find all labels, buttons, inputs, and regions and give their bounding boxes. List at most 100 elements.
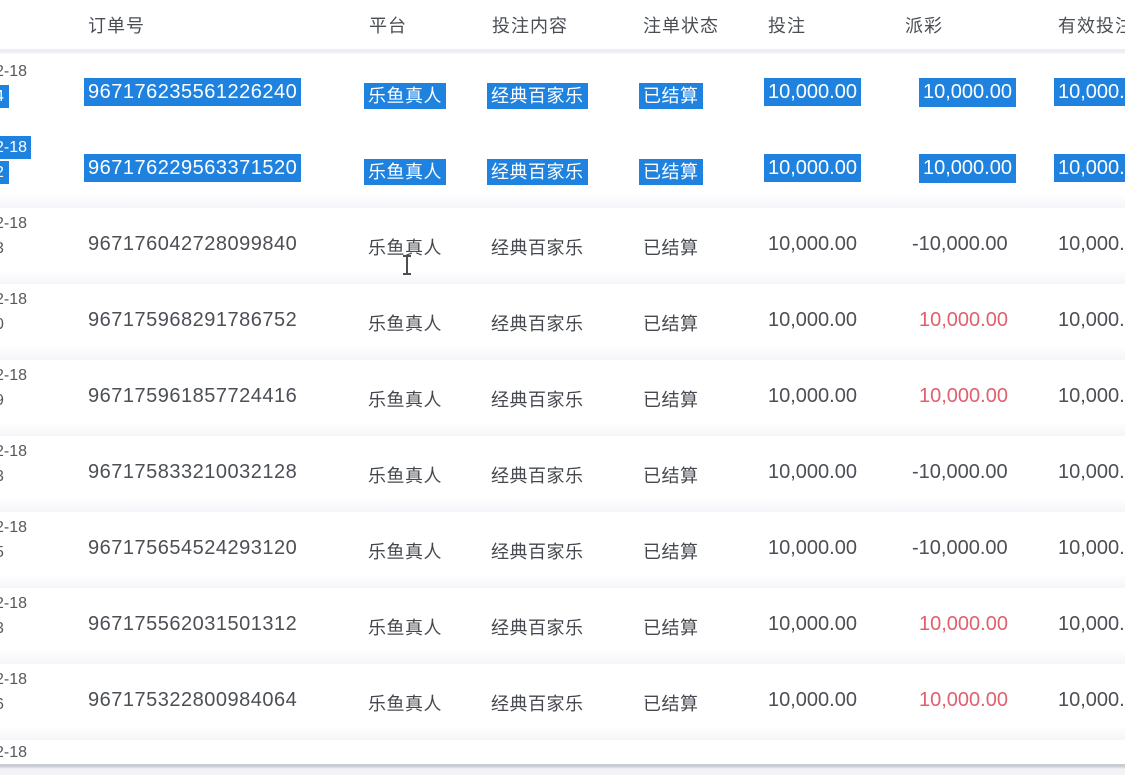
- bet-date-text: 2-18: [0, 595, 27, 612]
- bet-time-text: 2: [0, 161, 9, 184]
- header-order-status: 注单状态: [643, 12, 719, 38]
- bet-time-cell: 2-18 9: [0, 366, 27, 411]
- text-cursor-icon: [402, 255, 412, 275]
- bet-content-cell: 经典百家乐: [491, 310, 584, 336]
- header-divider: [0, 49, 1125, 54]
- bet-time-cell: 2-18 3: [0, 594, 27, 639]
- bet-amount-cell: 10,000.00: [768, 233, 857, 256]
- platform-cell: 乐鱼真人: [368, 538, 442, 564]
- bet-content-cell: 经典百家乐: [491, 386, 584, 412]
- table-row[interactable]: 2-18 3 967175562031501312 乐鱼真人 经典百家乐 已结算…: [0, 588, 1125, 664]
- payout-cell: 10,000.00: [912, 309, 1008, 332]
- payout-cell: 10,000.00: [912, 157, 1012, 180]
- order-no-cell[interactable]: 967175562031501312: [88, 613, 297, 636]
- bet-amount-cell: 10,000.00: [768, 385, 857, 408]
- status-cell: 已结算: [643, 158, 699, 184]
- bet-time-text: 3: [0, 240, 4, 257]
- header-bet-content: 投注内容: [492, 12, 568, 38]
- table-row[interactable]: 2-18 2 967176229563371520 乐鱼真人 经典百家乐 已结算…: [0, 132, 1125, 208]
- table-row[interactable]: 2-18 9 967175961857724416 乐鱼真人 经典百家乐 已结算…: [0, 360, 1125, 436]
- valid-bet-cell: 10,000.00: [1058, 613, 1125, 636]
- bet-time-text: 3: [0, 468, 4, 485]
- header-payout: 派彩: [905, 12, 943, 38]
- header-bet: 投注: [768, 12, 806, 38]
- header-platform: 平台: [369, 12, 407, 38]
- table-row[interactable]: 2-18 4 967176235561226240 乐鱼真人 经典百家乐 已结算…: [0, 56, 1125, 132]
- platform-cell: 乐鱼真人: [368, 614, 442, 640]
- status-cell: 已结算: [643, 310, 699, 336]
- bet-time-cell: 2-18 2: [0, 138, 27, 183]
- bet-date-text: 2-18: [0, 63, 27, 80]
- bet-time-cell: 2-18 3: [0, 442, 27, 487]
- platform-cell: 乐鱼真人: [368, 386, 442, 412]
- bet-amount-cell: 10,000.00: [768, 157, 857, 180]
- valid-bet-cell: 10,000.00: [1058, 157, 1125, 180]
- bet-amount-cell: 10,000.00: [768, 461, 857, 484]
- bet-date-text: 2-18: [0, 443, 27, 460]
- bet-time-text: 3: [0, 620, 4, 637]
- status-cell: 已结算: [643, 234, 699, 260]
- bet-time-cell: 2-18 3: [0, 214, 27, 259]
- valid-bet-cell: 10,000.00: [1058, 233, 1125, 256]
- valid-bet-cell: 10,000.00: [1058, 309, 1125, 332]
- order-no-cell[interactable]: 967175833210032128: [88, 461, 297, 484]
- bet-content-cell: 经典百家乐: [491, 234, 584, 260]
- platform-cell: 乐鱼真人: [368, 82, 442, 108]
- payout-cell: 10,000.00: [912, 689, 1008, 712]
- header-order-no: 订单号: [88, 12, 145, 38]
- status-cell: 已结算: [643, 690, 699, 716]
- table-header-row: 订单号 平台 投注内容 注单状态 投注 派彩 有效投注: [0, 0, 1125, 50]
- bet-content-cell: 经典百家乐: [491, 158, 584, 184]
- order-no-cell[interactable]: 967176235561226240: [88, 81, 297, 104]
- platform-cell: 乐鱼真人: [368, 310, 442, 336]
- bet-content-cell: 经典百家乐: [491, 462, 584, 488]
- bet-amount-cell: 10,000.00: [768, 689, 857, 712]
- table-row[interactable]: 2-18 6 967175322800984064 乐鱼真人 经典百家乐 已结算…: [0, 664, 1125, 740]
- bet-time-text: 5: [0, 544, 4, 561]
- table-body: 2-18 4 967176235561226240 乐鱼真人 经典百家乐 已结算…: [0, 56, 1125, 740]
- order-no-cell[interactable]: 967175968291786752: [88, 309, 297, 332]
- status-cell: 已结算: [643, 462, 699, 488]
- bet-time-text: 9: [0, 392, 4, 409]
- valid-bet-cell: 10,000.00: [1058, 537, 1125, 560]
- order-no-cell[interactable]: 967176042728099840: [88, 233, 297, 256]
- horizontal-scrollbar-track[interactable]: [0, 764, 1125, 775]
- table-row[interactable]: 2-18 0 967175968291786752 乐鱼真人 经典百家乐 已结算…: [0, 284, 1125, 360]
- table-row[interactable]: 2-18 3 967176042728099840 乐鱼真人 经典百家乐 已结算…: [0, 208, 1125, 284]
- bet-date-text: 2-18: [0, 519, 27, 536]
- bet-date-text: 2-18: [0, 215, 27, 232]
- bet-time-text: 6: [0, 696, 4, 713]
- order-no-cell[interactable]: 967175654524293120: [88, 537, 297, 560]
- status-cell: 已结算: [643, 82, 699, 108]
- payout-cell: -10,000.00: [912, 233, 1008, 256]
- valid-bet-cell: 10,000.00: [1058, 385, 1125, 408]
- order-no-cell[interactable]: 967175322800984064: [88, 689, 297, 712]
- payout-cell: 10,000.00: [912, 613, 1008, 636]
- valid-bet-cell: 10,000.00: [1058, 461, 1125, 484]
- order-no-cell[interactable]: 967176229563371520: [88, 157, 297, 180]
- valid-bet-cell: 10,000.00: [1058, 689, 1125, 712]
- bet-date-text: 2-18: [0, 671, 27, 688]
- bet-time-text: 4: [0, 85, 9, 108]
- partial-next-row-date: 2-18: [0, 744, 27, 762]
- bet-amount-cell: 10,000.00: [768, 309, 857, 332]
- table-row[interactable]: 2-18 5 967175654524293120 乐鱼真人 经典百家乐 已结算…: [0, 512, 1125, 588]
- payout-cell: 10,000.00: [912, 385, 1008, 408]
- bet-amount-cell: 10,000.00: [768, 613, 857, 636]
- payout-cell: 10,000.00: [912, 81, 1012, 104]
- table-row[interactable]: 2-18 3 967175833210032128 乐鱼真人 经典百家乐 已结算…: [0, 436, 1125, 512]
- status-cell: 已结算: [643, 386, 699, 412]
- bet-time-cell: 2-18 4: [0, 62, 27, 107]
- bet-date-text: 2-18: [0, 136, 31, 159]
- bet-content-cell: 经典百家乐: [491, 614, 584, 640]
- bet-date-text: 2-18: [0, 367, 27, 384]
- payout-cell: -10,000.00: [912, 461, 1008, 484]
- bet-time-cell: 2-18 0: [0, 290, 27, 335]
- order-no-cell[interactable]: 967175961857724416: [88, 385, 297, 408]
- header-valid-bet: 有效投注: [1058, 12, 1125, 38]
- platform-cell: 乐鱼真人: [368, 690, 442, 716]
- bet-records-table-screen: { "colors": { "selection_bg": "#1f82df",…: [0, 0, 1125, 775]
- bet-amount-cell: 10,000.00: [768, 537, 857, 560]
- bet-time-cell: 2-18 5: [0, 518, 27, 563]
- valid-bet-cell: 10,000.00: [1058, 81, 1125, 104]
